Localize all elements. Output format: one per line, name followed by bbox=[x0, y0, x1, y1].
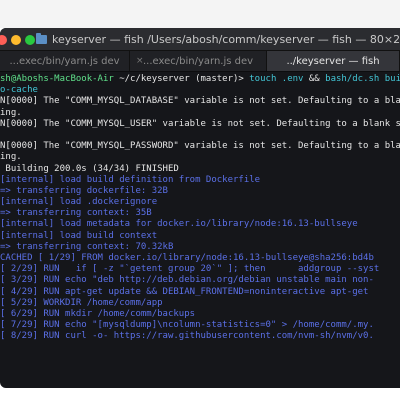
terminal-output[interactable]: sh@Aboshs-MacBook-Air ~/c/keyserver (mas… bbox=[0, 74, 400, 388]
terminal-text: [ 3/29] RUN echo "deb http://deb.debian.… bbox=[0, 275, 374, 286]
terminal-text: => transferring context: 35B bbox=[0, 208, 152, 219]
window-title: keyserver — fish /Users/abosh/comm/keyse… bbox=[52, 32, 400, 46]
terminal-text: [internal] load .dockerignore bbox=[0, 197, 158, 208]
zoom-button[interactable] bbox=[25, 35, 35, 45]
tab-label: ...exec/bin/yarn.js dev bbox=[9, 55, 120, 67]
terminal-text: .env bbox=[281, 74, 304, 84]
close-tab-icon[interactable]: × bbox=[136, 56, 144, 66]
terminal-text: sh@Aboshs-MacBook-Air bbox=[0, 74, 120, 84]
tab-yarn-dev-2[interactable]: × ...exec/bin/yarn.js dev bbox=[130, 51, 267, 71]
terminal-line: CACHED [ 1/29] FROM docker.io/library/no… bbox=[0, 253, 400, 264]
terminal-text: [ 7/29] RUN echo "[mysqldump]\ncolumn-st… bbox=[0, 320, 374, 331]
terminal-line: ing. bbox=[0, 152, 400, 163]
terminal-text: => transferring dockerfile: 32B bbox=[0, 185, 168, 196]
minimize-button[interactable] bbox=[11, 35, 21, 45]
terminal-line: [internal] load metadata for docker.io/l… bbox=[0, 219, 400, 230]
window-title-group: keyserver — fish /Users/abosh/comm/keyse… bbox=[36, 28, 400, 50]
terminal-line: [internal] load build definition from Do… bbox=[0, 175, 400, 186]
terminal-line: sh@Aboshs-MacBook-Air ~/c/keyserver (mas… bbox=[0, 74, 400, 85]
desktop-background bbox=[0, 0, 400, 28]
terminal-line: [ 4/29] RUN apt-get update && DEBIAN_FRO… bbox=[0, 287, 400, 298]
terminal-line: ing. bbox=[0, 108, 400, 119]
terminal-line: [internal] load .dockerignore bbox=[0, 197, 400, 208]
tab-label: ../keyserver — fish bbox=[286, 55, 380, 67]
terminal-text: ing. bbox=[0, 107, 22, 118]
terminal-line: [ 8/29] RUN curl -o- https://raw.githubu… bbox=[0, 331, 400, 342]
terminal-line: Building 200.0s (34/34) FINISHED bbox=[0, 164, 400, 175]
terminal-line: [ 6/29] RUN mkdir /home/comm/backups bbox=[0, 309, 400, 320]
desktop-background-bottom bbox=[0, 388, 400, 400]
terminal-line: => transferring dockerfile: 32B bbox=[0, 186, 400, 197]
terminal-text: CACHED [ 1/29] FROM docker.io/library/no… bbox=[0, 253, 374, 263]
terminal-text: [internal] load build definition from Do… bbox=[0, 174, 261, 185]
terminal-text: Building 200.0s (34/34) FINISHED bbox=[0, 163, 179, 174]
terminal-window: keyserver — fish /Users/abosh/comm/keyse… bbox=[0, 28, 400, 388]
terminal-text: o-cache bbox=[0, 85, 38, 96]
tab-keyserver-fish[interactable]: ../keyserver — fish bbox=[267, 51, 400, 71]
terminal-text: => transferring context: 70.32kB bbox=[0, 241, 174, 252]
terminal-text: N[0000] The "COMM_MYSQL_USER" variable i… bbox=[0, 118, 400, 129]
terminal-line: => transferring context: 70.32kB bbox=[0, 242, 400, 253]
terminal-line: N[0000] The "COMM_MYSQL_PASSWORD" variab… bbox=[0, 141, 400, 152]
tab-label: ...exec/bin/yarn.js dev bbox=[142, 55, 254, 67]
terminal-line: N[0000] The "COMM_MYSQL_DATABASE" variab… bbox=[0, 96, 400, 107]
terminal-text: touch bbox=[249, 74, 282, 84]
close-button[interactable] bbox=[0, 35, 7, 45]
terminal-line: [ 3/29] RUN echo "deb http://deb.debian.… bbox=[0, 275, 400, 286]
terminal-text: bash/dc.sh bui bbox=[325, 74, 400, 84]
folder-icon bbox=[36, 32, 47, 44]
title-bar[interactable]: keyserver — fish /Users/abosh/comm/keyse… bbox=[0, 28, 400, 51]
terminal-text: [ 5/29] WORKDIR /home/comm/app bbox=[0, 297, 163, 308]
tab-bar: ...exec/bin/yarn.js dev × ...exec/bin/ya… bbox=[0, 51, 400, 72]
terminal-text: [ 4/29] RUN apt-get update && DEBIAN_FRO… bbox=[0, 286, 369, 297]
terminal-text: [ 6/29] RUN mkdir /home/comm/backups bbox=[0, 308, 196, 319]
terminal-line: N[0000] The "COMM_MYSQL_USER" variable i… bbox=[0, 119, 400, 130]
terminal-line: [ 5/29] WORKDIR /home/comm/app bbox=[0, 298, 400, 309]
terminal-text: [internal] load metadata for docker.io/l… bbox=[0, 219, 358, 230]
terminal-text: [ 8/29] RUN curl -o- https://raw.githubu… bbox=[0, 331, 374, 342]
terminal-text: [ 2/29] RUN if [ -z "`getent group 20`" … bbox=[0, 264, 380, 275]
terminal-line: o-cache bbox=[0, 85, 400, 96]
terminal-line: => transferring context: 35B bbox=[0, 208, 400, 219]
terminal-text: [internal] load build context bbox=[0, 230, 158, 241]
terminal-text: ~/c/keyserver (master)> bbox=[119, 74, 250, 84]
terminal-text: ing. bbox=[0, 152, 22, 163]
terminal-line: [ 7/29] RUN echo "[mysqldump]\ncolumn-st… bbox=[0, 320, 400, 331]
terminal-line: [ 2/29] RUN if [ -z "`getent group 20`" … bbox=[0, 264, 400, 275]
terminal-text: N[0000] The "COMM_MYSQL_DATABASE" variab… bbox=[0, 96, 400, 107]
terminal-text: N[0000] The "COMM_MYSQL_PASSWORD" variab… bbox=[0, 141, 400, 152]
terminal-line: [internal] load build context bbox=[0, 231, 400, 242]
tab-yarn-dev-1[interactable]: ...exec/bin/yarn.js dev bbox=[0, 51, 131, 71]
terminal-text: && bbox=[303, 74, 326, 84]
